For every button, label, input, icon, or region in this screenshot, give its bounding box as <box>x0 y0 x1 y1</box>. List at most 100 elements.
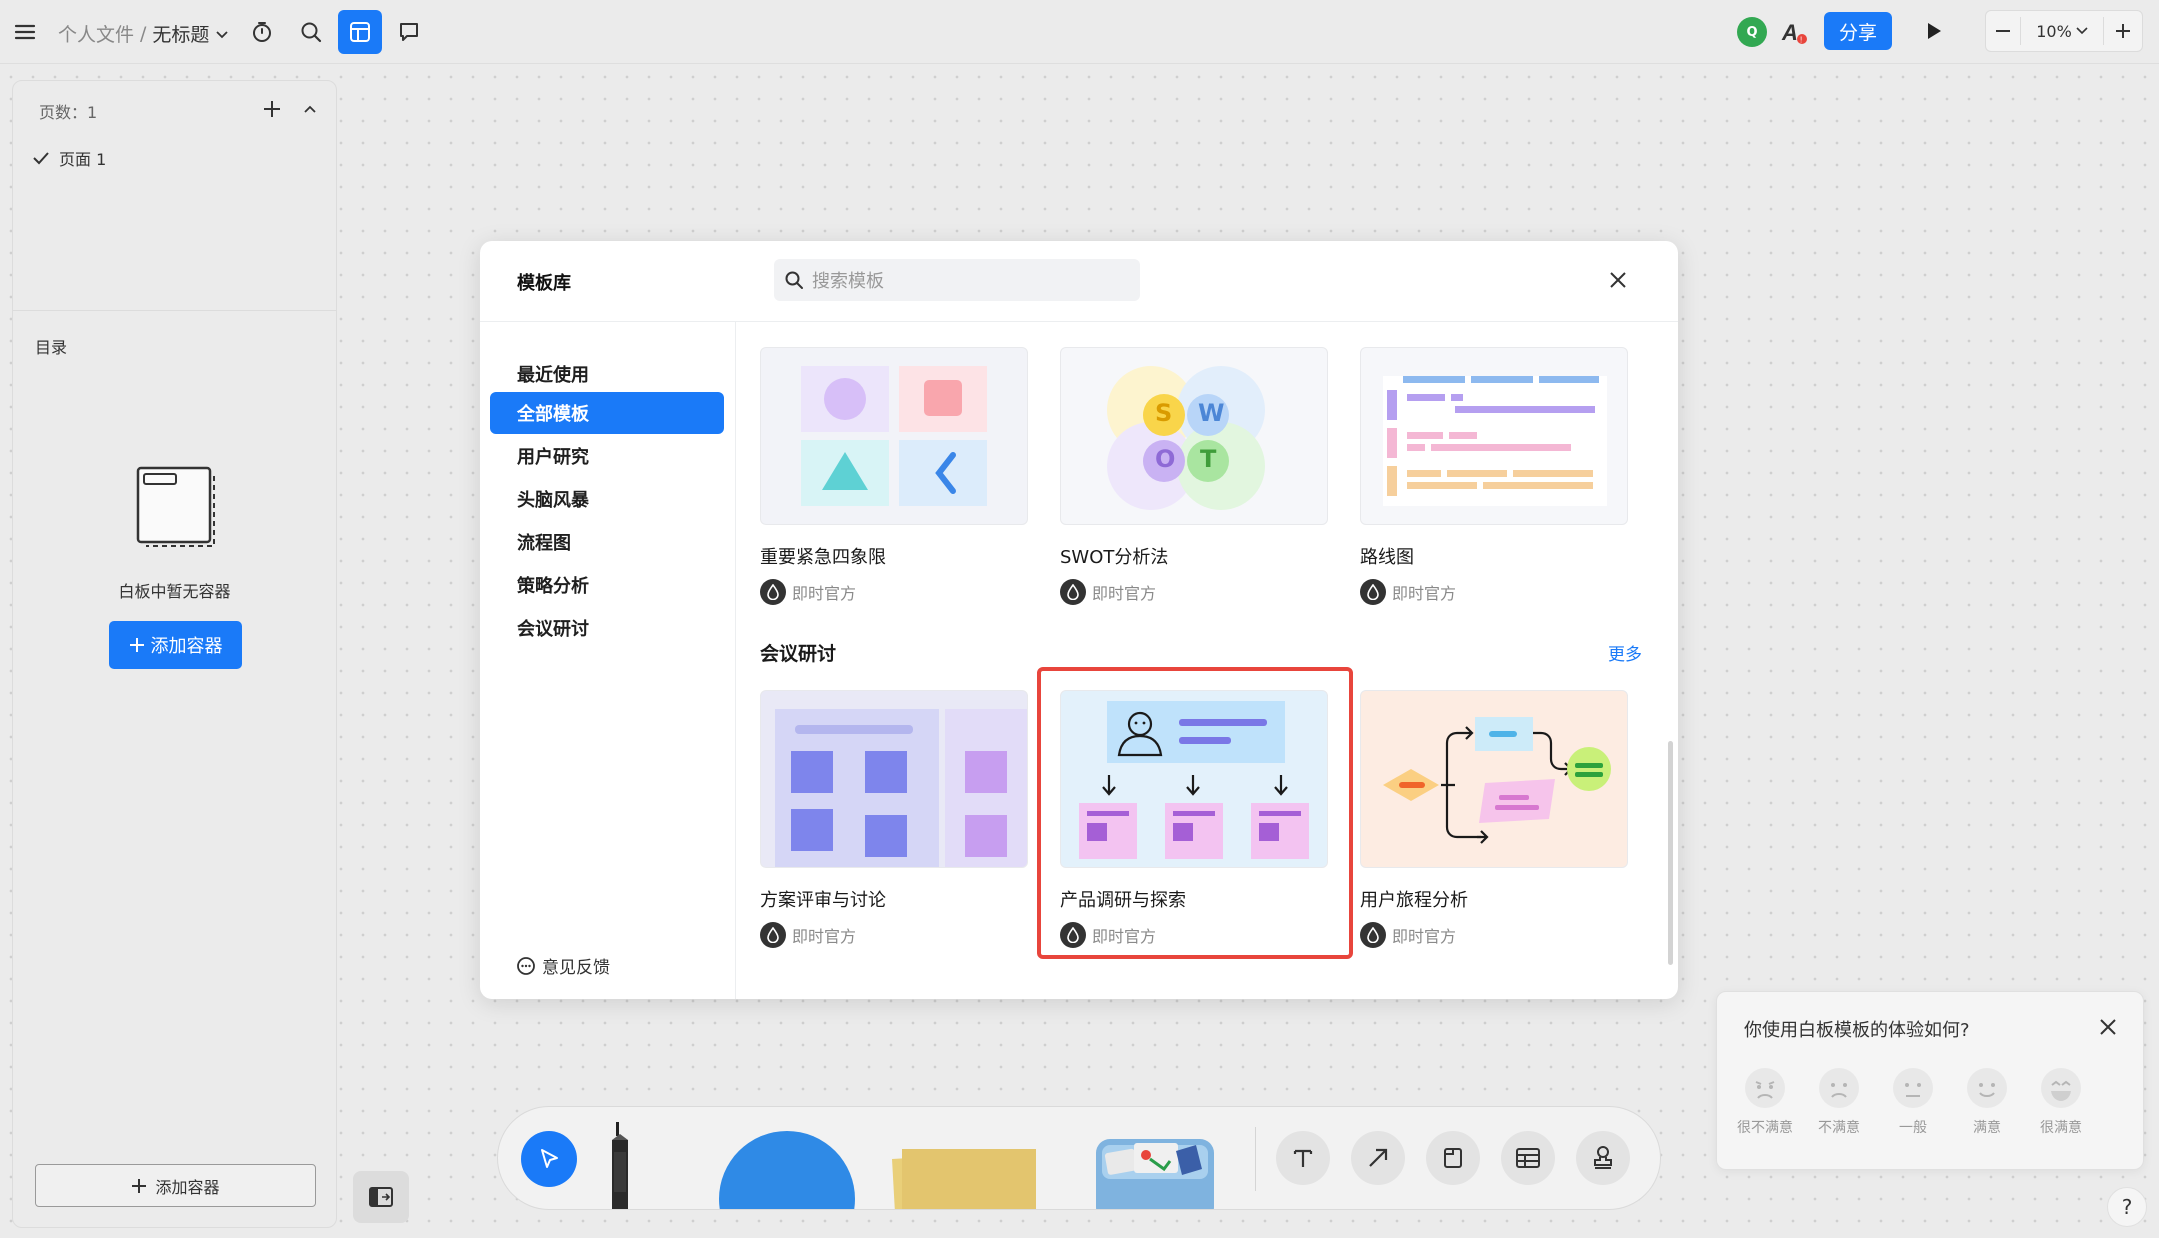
select-tool-button[interactable] <box>521 1131 577 1187</box>
share-button[interactable]: 分享 <box>1824 12 1892 50</box>
official-logo-icon <box>760 922 786 948</box>
left-panel: 页数：1 页面 1 目录 白板中暂无容器 添加容器 添加容器 <box>12 80 337 1228</box>
zoom-level-dropdown[interactable]: 10% <box>2021 22 2103 41</box>
survey-question: 你使用白板模板的体验如何? <box>1744 1020 1970 1041</box>
official-logo-icon <box>1360 922 1386 948</box>
section-title: 会议研讨 <box>760 643 837 665</box>
author-name: 即时官方 <box>792 927 857 946</box>
timer-icon[interactable] <box>240 10 284 54</box>
zoom-out-icon[interactable] <box>1986 11 2020 51</box>
category-brainstorm[interactable]: 头脑风暴 <box>490 478 724 520</box>
category-all[interactable]: 全部模板 <box>490 392 724 434</box>
add-container-bottom-label: 添加容器 <box>155 1177 220 1197</box>
author-name: 即时官方 <box>1392 927 1457 946</box>
breadcrumb-parent[interactable]: 个人文件 <box>58 20 134 47</box>
cursor-icon <box>541 1149 558 1168</box>
rating-dissatisfied[interactable]: 不满意 <box>1809 1067 1869 1137</box>
template-name: SWOT分析法 <box>1060 547 1169 568</box>
rating-satisfied[interactable]: 满意 <box>1957 1067 2017 1137</box>
zoom-level: 10% <box>2036 21 2072 41</box>
media-tool-icon[interactable] <box>1090 1131 1220 1209</box>
template-card[interactable]: 方案评审与讨论 即时官方 <box>760 690 1030 948</box>
modal-divider <box>480 321 1678 322</box>
sticky-note-tool-icon[interactable] <box>884 1135 1044 1209</box>
close-icon[interactable] <box>1603 265 1633 295</box>
rating-neutral[interactable]: 一般 <box>1883 1067 1943 1137</box>
panel-toggle-button[interactable] <box>353 1171 409 1223</box>
text-tool-icon[interactable] <box>1276 1131 1330 1185</box>
more-link[interactable]: 更多 <box>1608 640 1642 665</box>
play-icon[interactable] <box>1918 14 1950 48</box>
template-name: 路线图 <box>1360 547 1414 568</box>
avatar[interactable]: Q <box>1737 17 1767 47</box>
search-icon[interactable] <box>289 10 333 54</box>
template-library-icon[interactable] <box>338 10 382 54</box>
template-card[interactable]: 重要紧急四象限 即时官方 <box>760 347 1030 605</box>
breadcrumb-separator: / <box>140 22 147 45</box>
help-button[interactable]: ? <box>2107 1187 2147 1227</box>
close-icon[interactable] <box>2093 1012 2123 1042</box>
bottom-toolbar <box>497 1106 1661 1210</box>
rating-label: 很满意 <box>2040 1120 2082 1136</box>
modal-vertical-divider <box>735 321 736 999</box>
official-logo-icon <box>760 579 786 605</box>
template-thumbnail <box>760 690 1028 868</box>
rating-label: 很不满意 <box>1737 1120 1793 1136</box>
font-style-icon[interactable]: A! <box>1778 16 1810 48</box>
official-logo-icon <box>1360 579 1386 605</box>
category-recent[interactable]: 最近使用 <box>490 353 724 395</box>
rating-very-satisfied[interactable]: 很满意 <box>2031 1067 2091 1137</box>
svg-text:!: ! <box>1800 36 1802 45</box>
rating-label: 一般 <box>1899 1120 1927 1136</box>
laugh-face-icon <box>2041 1068 2081 1108</box>
satisfaction-survey: 你使用白板模板的体验如何? 很不满意 不满意 一般 满意 很满意 <box>1716 991 2144 1170</box>
category-strategy[interactable]: 策略分析 <box>490 564 724 606</box>
chevron-down-icon <box>2076 27 2088 35</box>
connector-tool-icon[interactable] <box>1351 1131 1405 1185</box>
zoom-control: 10% <box>1985 10 2143 52</box>
shape-tool-icon[interactable] <box>719 1131 855 1209</box>
top-bar: 个人文件 / 无标题 Q A! 分享 10% <box>0 0 2159 64</box>
stamp-tool-icon[interactable] <box>1576 1131 1630 1185</box>
template-author: 即时官方 <box>760 579 1030 605</box>
search-icon <box>785 271 803 289</box>
category-user-research[interactable]: 用户研究 <box>490 435 724 477</box>
neutral-face-icon <box>1893 1068 1933 1108</box>
very-sad-face-icon <box>1745 1068 1785 1108</box>
chevron-down-icon[interactable] <box>215 23 229 45</box>
pen-tool-icon[interactable] <box>604 1121 636 1209</box>
swot-letter: O <box>1155 445 1176 473</box>
template-card[interactable]: S W O T SWOT分析法 即时官方 <box>1060 347 1330 605</box>
frame-tool-icon[interactable] <box>1426 1131 1480 1185</box>
table-tool-icon[interactable] <box>1501 1131 1555 1185</box>
feedback-button[interactable]: 意见反馈 <box>516 953 610 978</box>
zoom-in-icon[interactable] <box>2104 11 2142 51</box>
modal-title: 模板库 <box>517 273 571 294</box>
category-meeting[interactable]: 会议研讨 <box>490 607 724 649</box>
category-flowchart[interactable]: 流程图 <box>490 521 724 563</box>
add-page-icon[interactable] <box>258 95 286 123</box>
page-item[interactable]: 页面 1 <box>33 146 106 170</box>
rating-label: 满意 <box>1973 1120 2001 1136</box>
template-name: 方案评审与讨论 <box>760 890 886 911</box>
add-container-bottom-button[interactable]: 添加容器 <box>35 1164 316 1207</box>
scrollbar[interactable] <box>1668 741 1673 965</box>
author-name: 即时官方 <box>1392 584 1457 603</box>
template-card[interactable]: 路线图 即时官方 <box>1360 347 1630 605</box>
template-name: 重要紧急四象限 <box>760 547 886 568</box>
document-title[interactable]: 无标题 <box>152 20 209 47</box>
page-item-label: 页面 1 <box>59 150 107 169</box>
page-count-label: 页数：1 <box>39 103 98 122</box>
template-card[interactable]: 用户旅程分析 即时官方 <box>1360 690 1630 948</box>
search-input[interactable]: 搜索模板 <box>774 259 1140 301</box>
template-author: 即时官方 <box>1060 579 1330 605</box>
comment-icon[interactable] <box>387 10 431 54</box>
rating-very-dissatisfied[interactable]: 很不满意 <box>1735 1067 1795 1137</box>
sad-face-icon <box>1819 1068 1859 1108</box>
add-container-button[interactable]: 添加容器 <box>109 621 242 669</box>
collapse-icon[interactable] <box>296 95 324 123</box>
add-container-label: 添加容器 <box>150 636 223 657</box>
chat-icon <box>517 956 535 975</box>
menu-icon[interactable] <box>3 10 47 54</box>
swot-letter: S <box>1155 399 1173 427</box>
